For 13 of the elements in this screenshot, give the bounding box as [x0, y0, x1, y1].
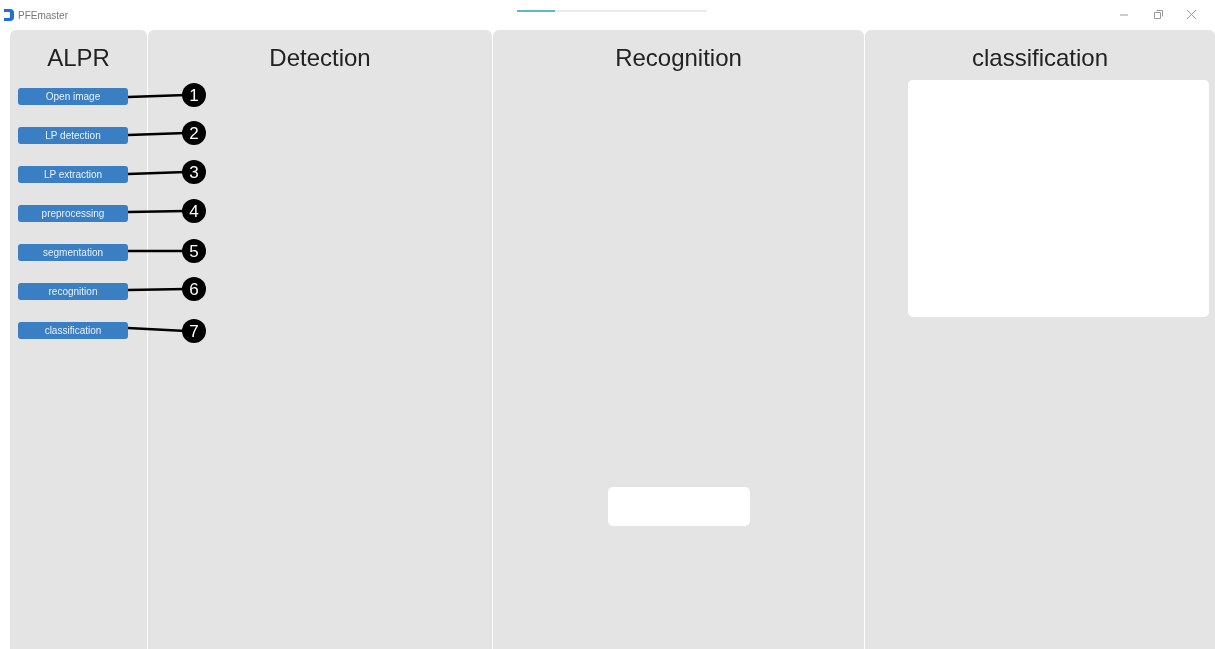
- panel-heading: classification: [970, 43, 1110, 73]
- panel-heading: Detection: [268, 43, 372, 73]
- panel-heading: Recognition: [614, 43, 743, 73]
- step-button[interactable]: Open image: [18, 87, 128, 105]
- step-button[interactable]: LP detection: [18, 126, 128, 144]
- step-button[interactable]: classification: [18, 321, 128, 339]
- step-button[interactable]: LP extraction: [18, 165, 128, 183]
- step-button[interactable]: segmentation: [18, 243, 128, 261]
- step-button[interactable]: preprocessing: [18, 204, 128, 222]
- panel-heading: ALPR: [46, 43, 111, 73]
- window-title: PFEmaster: [18, 8, 68, 23]
- app-logo-icon: [4, 9, 14, 21]
- step-button[interactable]: recognition: [18, 282, 128, 300]
